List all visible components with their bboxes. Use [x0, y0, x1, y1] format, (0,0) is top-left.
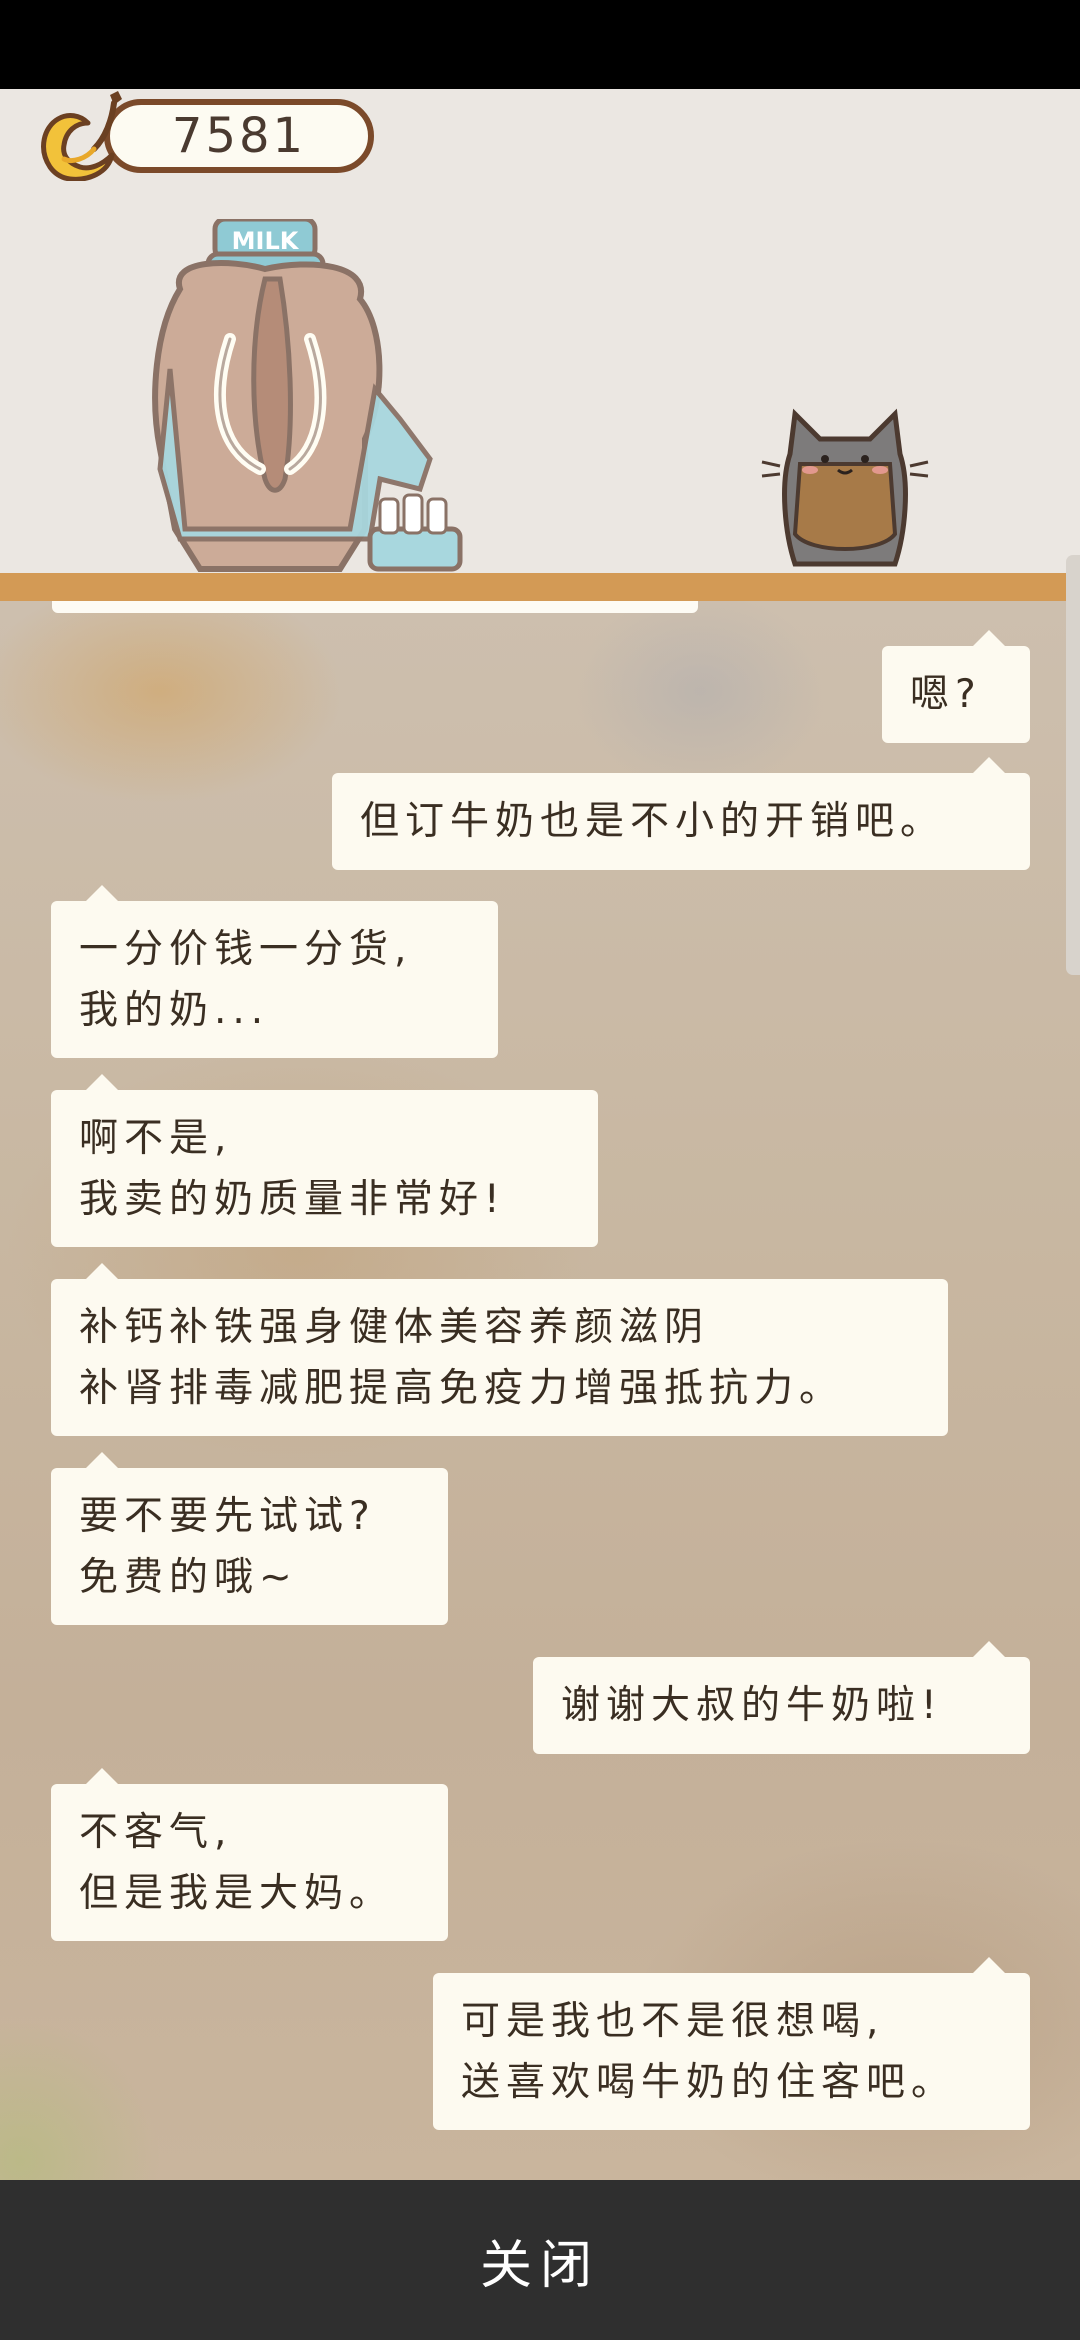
chat-text-line: 补肾排毒减肥提高免疫力增强抵抗力。	[79, 1366, 845, 1411]
scrollbar-thumb[interactable]	[1066, 555, 1080, 975]
chat-text-line: 一分价钱一分货,	[79, 927, 413, 972]
chat-text-line: 但是我是大妈。	[79, 1871, 395, 1916]
mammoth-milkman-character: MILK	[152, 219, 463, 572]
chat-bubble-right: 可是我也不是很想喝, 送喜欢喝牛奶的住客吧。	[433, 1957, 1030, 2130]
chat-text-line: 不客气,	[79, 1810, 233, 1855]
chat-text-line: 免费的哦~	[79, 1555, 298, 1600]
currency-pill: 7581	[104, 99, 374, 173]
chat-text-line: 啊不是,	[79, 1116, 233, 1161]
status-bar	[0, 0, 1080, 89]
floor-strip	[0, 573, 1080, 601]
chat-bubble-left: 补钙补铁强身健体美容养颜滋阴 补肾排毒减肥提高免疫力增强抵抗力。	[51, 1263, 948, 1436]
chat-text-line: 我的奶...	[79, 988, 270, 1033]
partial-bubble-edge	[52, 601, 698, 613]
svg-text:MILK: MILK	[232, 227, 300, 255]
close-button[interactable]: 关闭	[0, 2180, 1080, 2340]
chat-text-line: 但订牛奶也是不小的开销吧。	[360, 799, 946, 844]
chat-text-line: 嗯?	[910, 672, 982, 717]
chat-text-line: 谢谢大叔的牛奶啦!	[561, 1683, 943, 1728]
currency-value: 7581	[171, 108, 307, 164]
chat-bubble-left: 一分价钱一分货, 我的奶...	[51, 885, 498, 1058]
chat-text-line: 送喜欢喝牛奶的住客吧。	[461, 2060, 957, 2105]
gray-cat-host-character	[761, 408, 929, 567]
game-scene: 7581 MILK	[0, 89, 1080, 573]
banana-icon	[41, 91, 122, 181]
chat-bubble-left: 啊不是, 我卖的奶质量非常好!	[51, 1074, 598, 1247]
chat-bubble-right: 嗯?	[882, 630, 1030, 743]
chat-bubble-left: 不客气, 但是我是大妈。	[51, 1768, 448, 1941]
chat-panel[interactable]: 嗯? 但订牛奶也是不小的开销吧。 一分价钱一分货, 我的奶... 啊不是, 我卖…	[0, 601, 1080, 2180]
chat-text-line: 我卖的奶质量非常好!	[79, 1177, 506, 1222]
chat-bubble-left: 要不要先试试? 免费的哦~	[51, 1452, 448, 1625]
chat-bubble-right: 谢谢大叔的牛奶啦!	[533, 1641, 1030, 1754]
chat-text-line: 可是我也不是很想喝,	[461, 1999, 885, 2044]
chat-bubble-right: 但订牛奶也是不小的开销吧。	[332, 757, 1030, 870]
chat-text-line: 补钙补铁强身健体美容养颜滋阴	[79, 1305, 710, 1350]
chat-text-line: 要不要先试试?	[79, 1494, 376, 1539]
close-button-label: 关闭	[479, 2235, 600, 2296]
